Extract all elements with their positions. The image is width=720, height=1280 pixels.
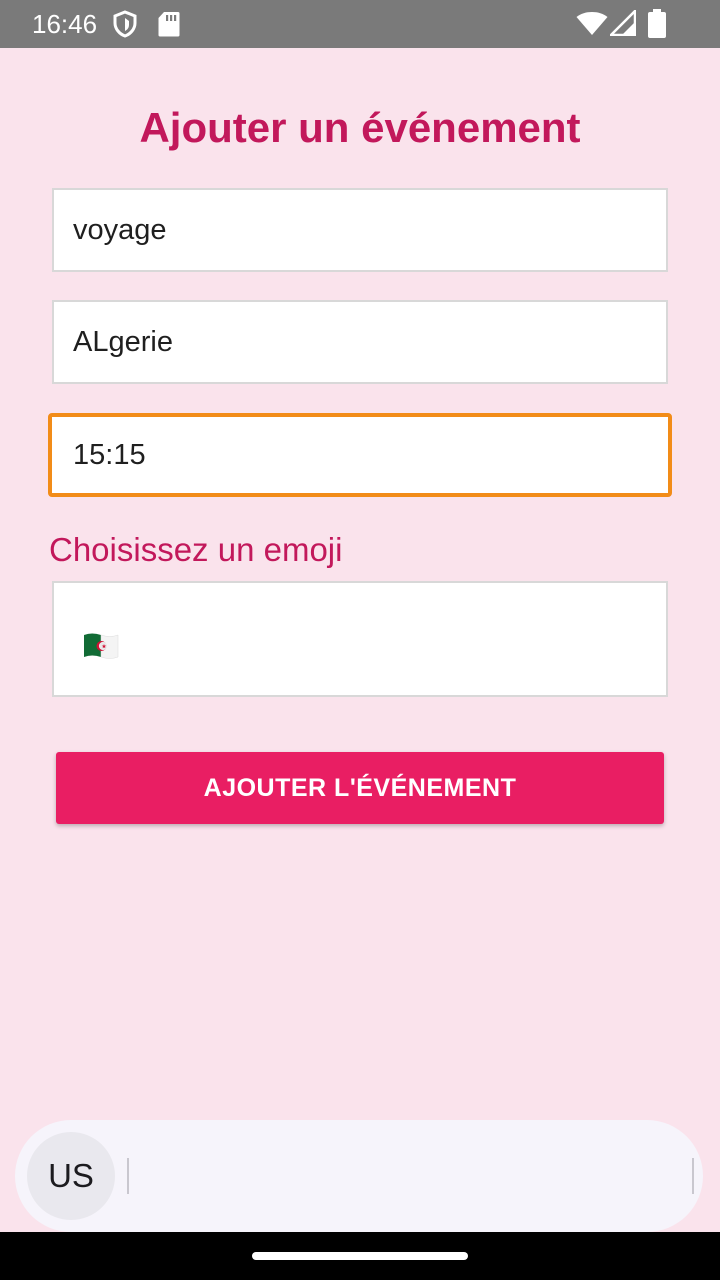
keyboard-language-button[interactable]: US [27, 1132, 115, 1220]
signal-icon [610, 10, 636, 36]
wifi-icon [576, 12, 608, 35]
keyboard-suggestion-bar: US [15, 1120, 703, 1232]
time-input[interactable]: 15:15 [48, 413, 672, 497]
location-input[interactable]: ALgerie [52, 300, 668, 384]
battery-icon [648, 9, 666, 38]
divider [692, 1158, 694, 1194]
divider [127, 1158, 129, 1194]
home-gesture-handle[interactable] [252, 1252, 468, 1260]
sd-card-icon [158, 12, 180, 37]
emoji-selector[interactable] [52, 581, 668, 697]
status-time: 16:46 [32, 9, 98, 39]
page-title: Ajouter un événement [139, 104, 581, 151]
status-bar: 16:46 [0, 0, 720, 48]
shield-icon [113, 10, 137, 38]
add-event-button[interactable]: AJOUTER L'ÉVÉNEMENT [56, 752, 664, 824]
title-input[interactable]: voyage [52, 188, 668, 272]
algeria-flag-icon [84, 633, 119, 659]
emoji-label: Choisissez un emoji [49, 531, 343, 568]
